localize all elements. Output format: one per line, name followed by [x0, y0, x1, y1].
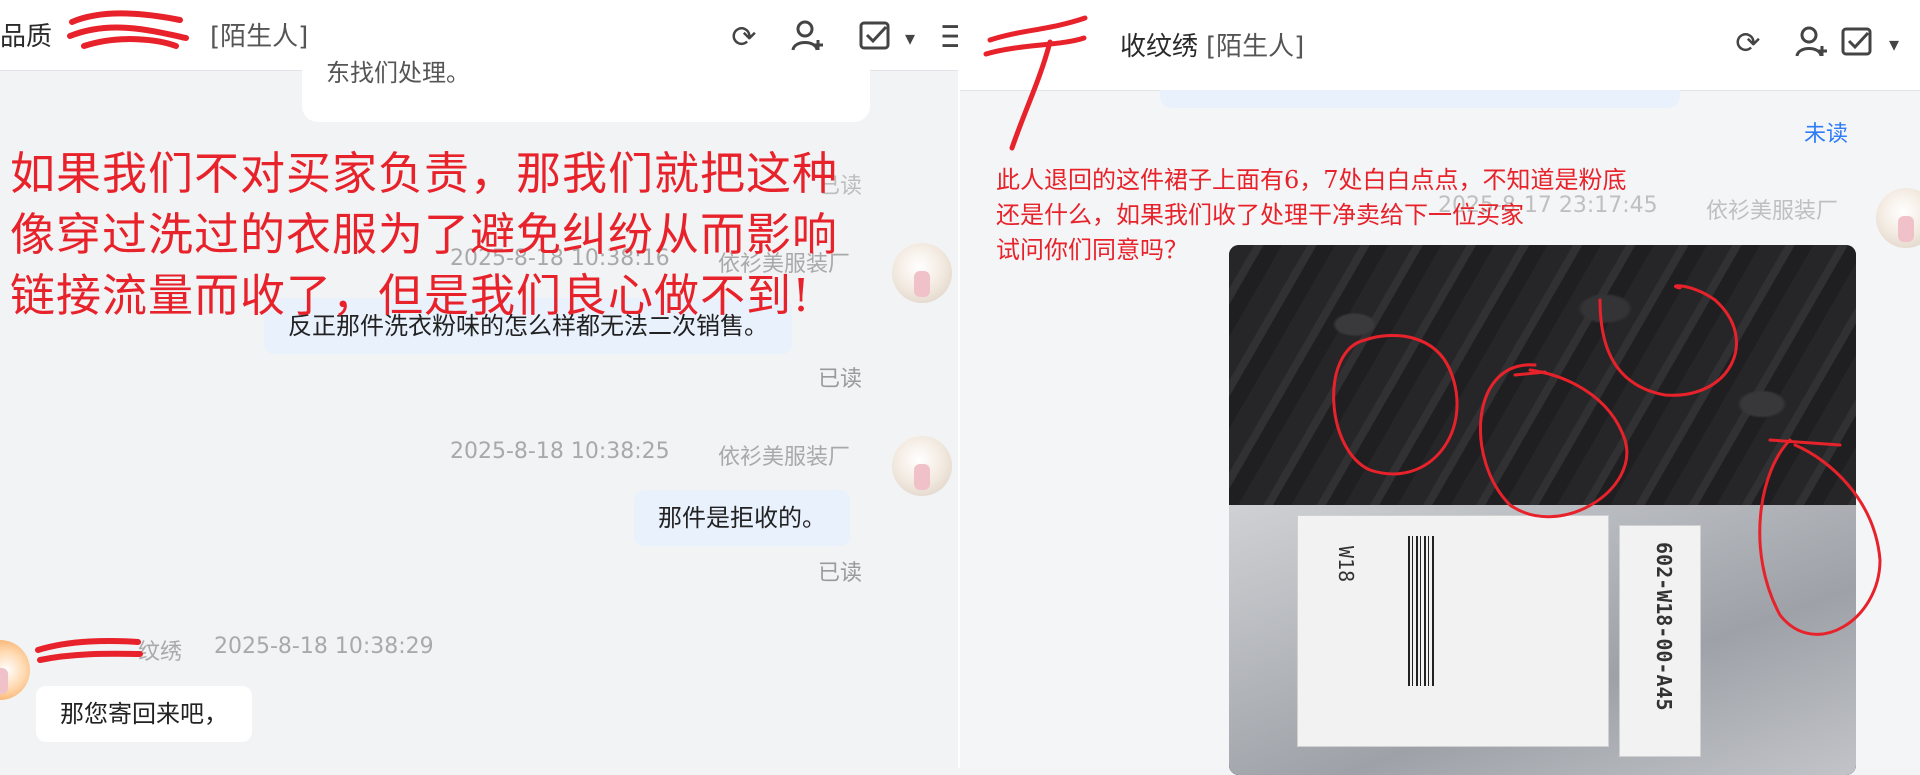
avatar[interactable]: [892, 436, 952, 496]
stranger-tag: [陌生人]: [1206, 32, 1305, 62]
message-time: 2025-8-18 10:38:25: [450, 439, 670, 464]
size-text: W18: [1334, 546, 1358, 583]
message-sender: 纹绣: [138, 640, 183, 665]
barcode: [1408, 536, 1436, 686]
contact-name: 品质: [0, 22, 53, 52]
plastic-bag-image: W18 602-W18-00-A45: [1229, 505, 1856, 775]
message-time: 2025-8-18 10:38:29: [214, 634, 434, 659]
unread-status: 未读: [1804, 122, 1849, 147]
task-check-icon[interactable]: [1838, 24, 1878, 64]
add-user-icon[interactable]: [788, 18, 828, 58]
garment-label: W18: [1297, 515, 1609, 747]
message-bubble-partial: [1160, 90, 1680, 108]
message-text: 那您寄回来吧，: [60, 700, 228, 728]
avatar[interactable]: [892, 243, 952, 303]
message-bubble-partial: 东找们处理。: [302, 54, 870, 122]
read-status: 已读: [818, 367, 863, 392]
message-sender: 依衫美服装厂: [718, 445, 851, 470]
red-annotation-line: 试问你们同意吗？: [996, 236, 1188, 264]
image-message[interactable]: W18 602-W18-00-A45: [1229, 245, 1856, 775]
red-annotation-line: 还是什么，如果我们收了处理干净卖给下一位买家: [996, 201, 1524, 229]
message-sender: 依衫美服装厂: [1706, 199, 1839, 224]
chevron-down-icon[interactable]: ▾: [898, 18, 922, 58]
red-annotation-line: 此人退回的这件裙子上面有6，7处白白点点，不知道是粉底: [996, 166, 1627, 194]
message-text: 那件是拒收的。: [658, 504, 826, 532]
red-annotation-line: 像穿过洗过的衣服为了避免纠纷从而影响: [10, 208, 839, 261]
chevron-down-icon[interactable]: ▾: [1882, 24, 1906, 64]
avatar[interactable]: [1876, 188, 1920, 248]
contact-title: 品质 [陌生人]: [0, 16, 308, 53]
add-user-icon[interactable]: [1792, 24, 1832, 64]
chat-header: 收纹绣 [陌生人] ⟳ ▾: [960, 0, 1920, 91]
stranger-tag: [陌生人]: [210, 22, 309, 52]
message-text: 东找们处理。: [326, 59, 470, 87]
red-annotation-line: 链接流量而收了，但是我们良心做不到!: [10, 269, 812, 322]
product-code: 602-W18-00-A45: [1652, 542, 1676, 711]
message-bubble: 那您寄回来吧，: [36, 686, 252, 742]
avatar[interactable]: [0, 640, 30, 700]
refresh-icon[interactable]: ⟳: [724, 18, 764, 58]
contact-name: 收纹绣: [1120, 32, 1199, 62]
red-annotation-line: 如果我们不对买家负责，那我们就把这种: [10, 147, 839, 200]
chat-panel-left: 品质 [陌生人] ⟳ ▾ ☰ 东找们处理。 已读 2025-8-18 10:38:…: [0, 0, 958, 768]
refresh-icon[interactable]: ⟳: [1728, 24, 1768, 64]
read-status: 已读: [818, 561, 863, 586]
task-check-icon[interactable]: [856, 18, 896, 58]
menu-icon[interactable]: ☰: [940, 18, 958, 58]
message-bubble: 那件是拒收的。: [634, 490, 850, 546]
code-label: 602-W18-00-A45: [1619, 525, 1701, 757]
contact-title: 收纹绣 [陌生人]: [1000, 26, 1304, 63]
